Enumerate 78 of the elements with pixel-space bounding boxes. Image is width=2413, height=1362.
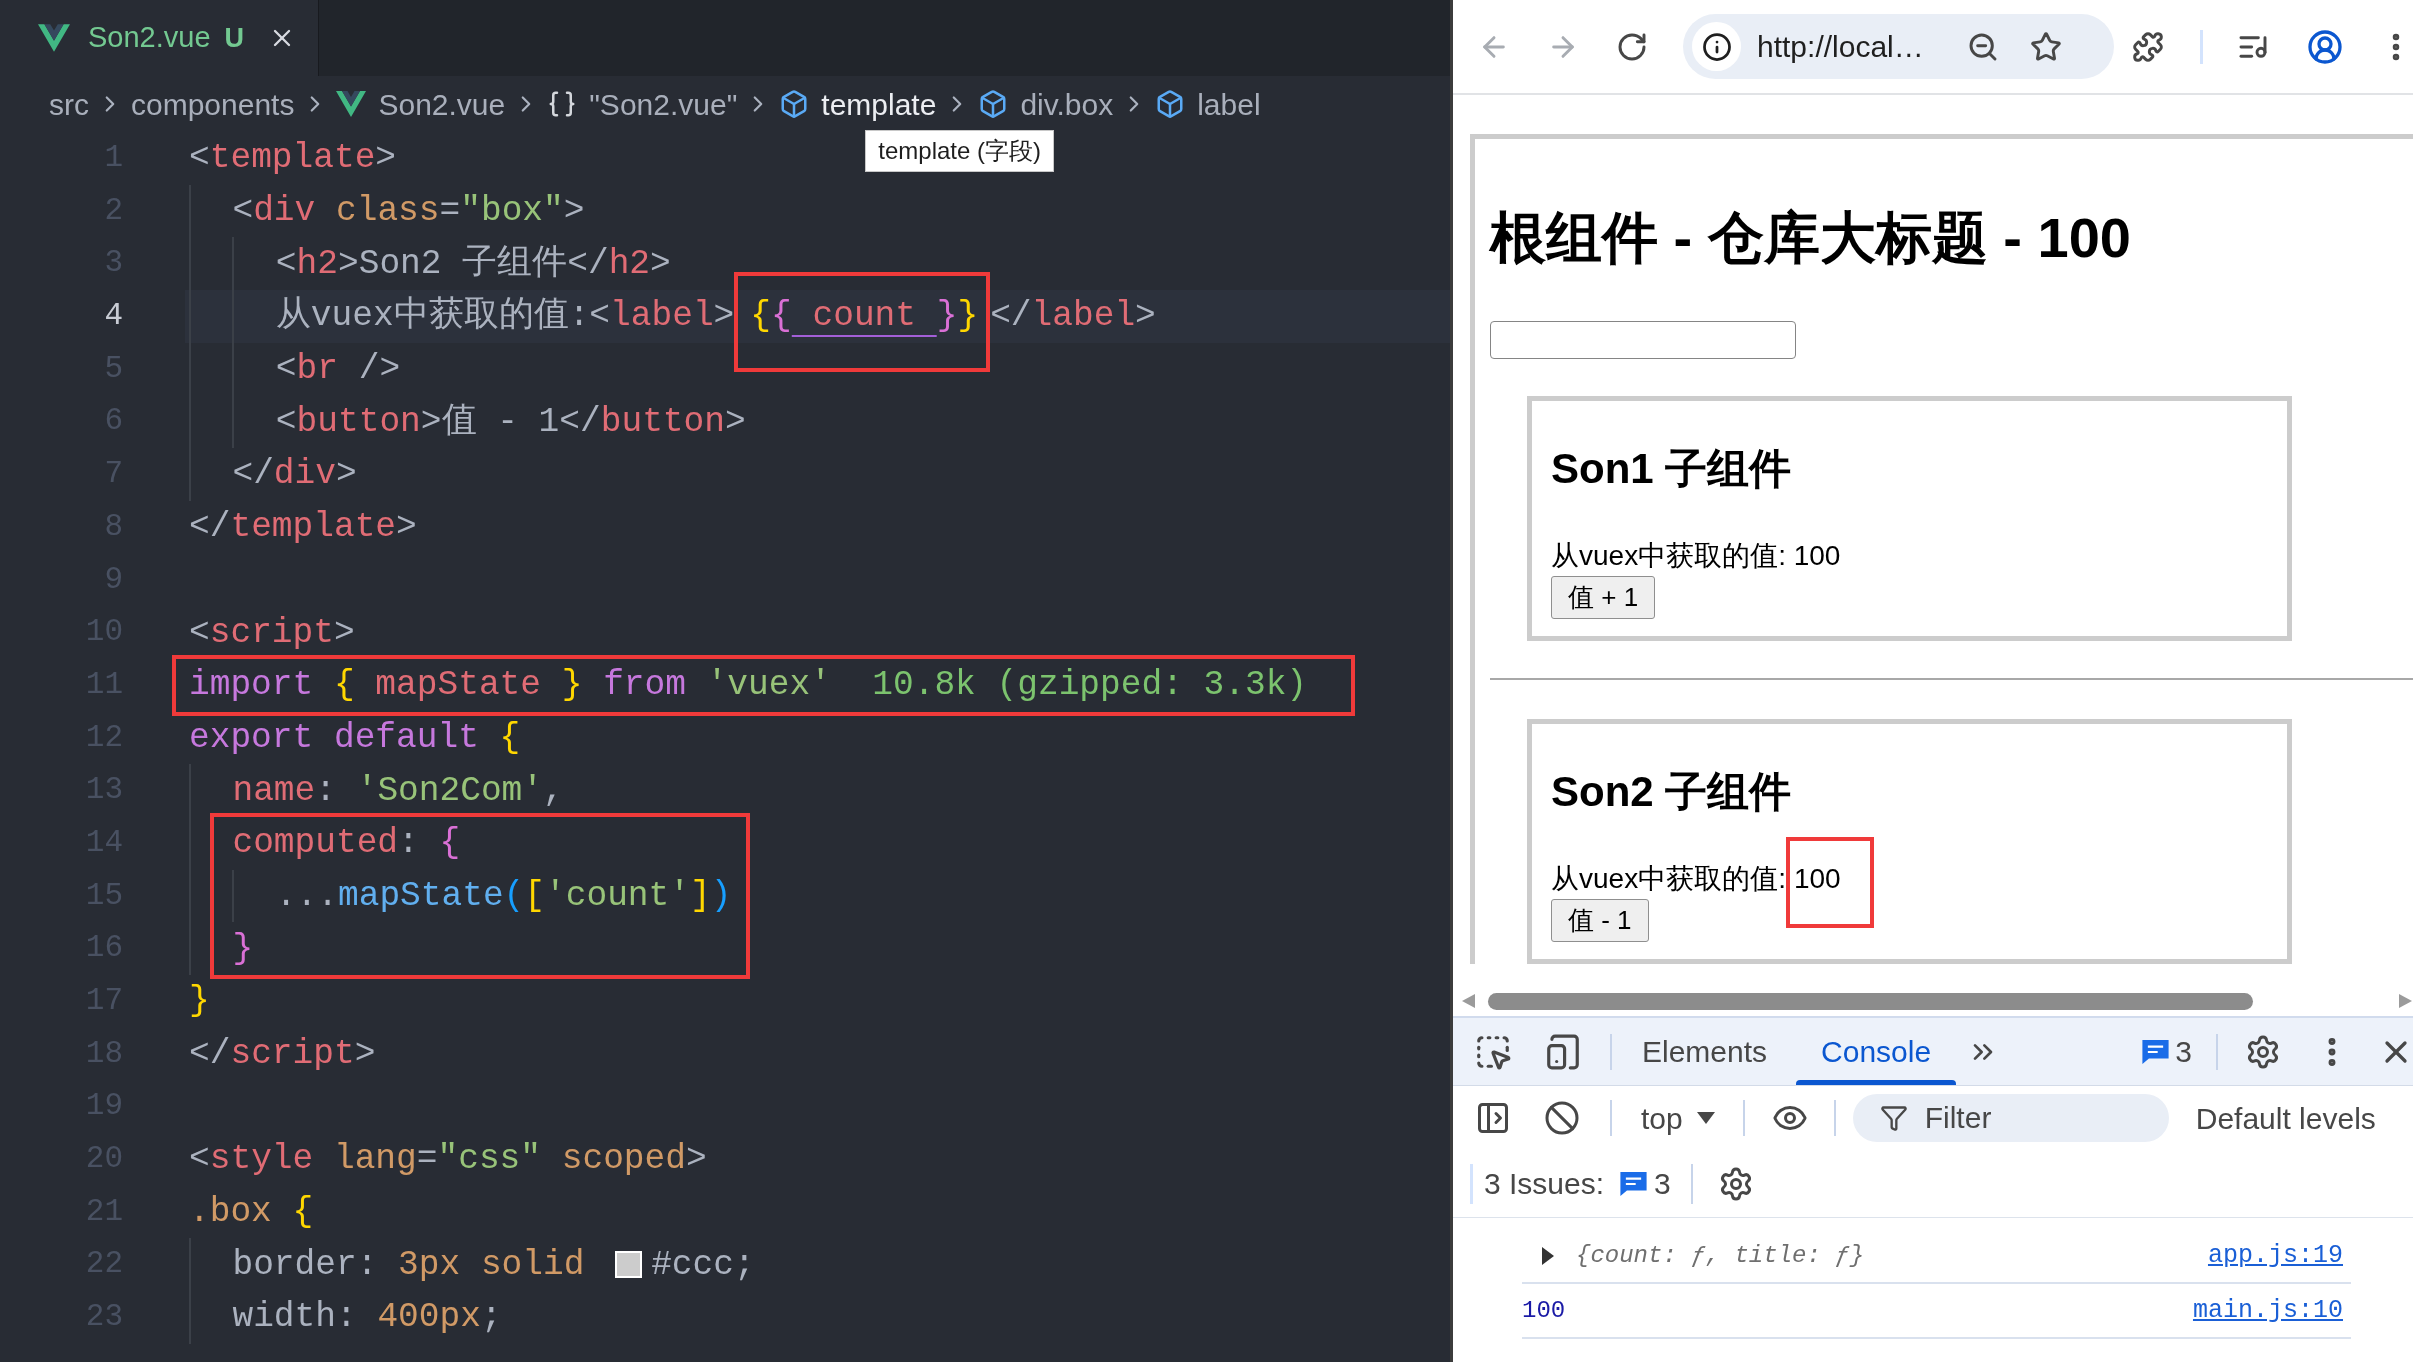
breadcrumb-item[interactable]: div.box (978, 81, 1114, 127)
card-title: Son2 子组件 (1551, 767, 1792, 818)
context-dropdown[interactable]: top (1641, 1095, 1715, 1141)
puzzle-icon[interactable] (2132, 30, 2164, 63)
v-logo-icon (38, 24, 70, 52)
code-text: <button>值 - 1</button> (275, 400, 746, 443)
breadcrumb-item[interactable]: template (779, 81, 937, 127)
value-label: 从vuex中获取的值: (1551, 862, 1786, 897)
card-title: Son1 子组件 (1551, 444, 1792, 495)
issues-button[interactable]: 3 (2142, 1029, 2192, 1074)
console-message: 100 (1522, 1295, 1566, 1326)
message-icon (2142, 1039, 2170, 1064)
code-text: computed: { (232, 822, 461, 865)
action-button[interactable]: 值 + 1 (1551, 576, 1656, 620)
value-text: 100 (1793, 862, 1841, 897)
editor-tab[interactable]: Son2.vue U (0, 0, 320, 76)
breadcrumb-item[interactable]: components (131, 81, 295, 127)
clear-icon[interactable] (1544, 1100, 1580, 1136)
cube-icon (978, 89, 1009, 119)
code-text: .box { (189, 1191, 314, 1234)
message-icon (1620, 1171, 1648, 1196)
color-swatch-icon[interactable] (615, 1251, 643, 1279)
action-button[interactable]: 值 - 1 (1551, 899, 1649, 943)
scroll-right-icon[interactable] (2399, 994, 2412, 1008)
sidebar-icon[interactable] (1475, 1100, 1511, 1136)
breadcrumb-item[interactable]: src (49, 81, 89, 127)
cube-icon (1155, 89, 1186, 119)
levels-dropdown[interactable]: Default levels (2195, 1095, 2376, 1141)
caret-icon (1696, 1112, 1715, 1124)
cube-icon (779, 89, 810, 119)
page-title: 根组件 - 仓库大标题 - 100 (1490, 205, 2131, 271)
device-icon[interactable] (1544, 1032, 1582, 1071)
code-text: import { mapState } from 'vuex' 10.8k (gzipped: 3.3k) (189, 664, 1308, 707)
code-text: export default { (189, 716, 521, 759)
issues-link[interactable]: 3 Issues: 3 (1484, 1161, 1671, 1206)
address-bar[interactable]: http://local… (1683, 14, 2114, 79)
source-link[interactable]: main.js:10 (2192, 1291, 2343, 1330)
code-text: <br /> (275, 348, 401, 391)
tooltip: template (字段) (865, 129, 1054, 172)
console-message: {count: ƒ, title: ƒ} (1576, 1240, 1865, 1271)
code-text: name: 'Son2Com', (232, 769, 564, 812)
line-number: 4 (103, 297, 123, 336)
breadcrumb-item[interactable]: label (1155, 81, 1261, 127)
devtools-tab[interactable]: Elements (1617, 1018, 1793, 1085)
code-text: width: 400px; (232, 1296, 502, 1339)
source-link[interactable]: app.js:19 (2207, 1236, 2343, 1275)
devtools-tab[interactable]: Console (1796, 1018, 1957, 1085)
star-icon[interactable] (2030, 30, 2062, 63)
filter-icon (1879, 1104, 1908, 1132)
scroll-left-icon[interactable] (1462, 994, 1475, 1008)
code-text: </div> (232, 453, 357, 496)
code-text: <script> (189, 611, 355, 654)
value-text: 100 (1793, 539, 1841, 574)
v-logo-icon (336, 91, 367, 117)
code-text: ...mapState(['count']) (275, 874, 732, 917)
code-text: <h2>Son2 子组件</h2> (275, 242, 671, 285)
info-icon[interactable] (1692, 22, 1741, 71)
code-text: </template> (189, 506, 417, 549)
code-text: } (189, 980, 210, 1023)
expand-arrow-icon[interactable] (1541, 1246, 1555, 1265)
code-text: #ccc; (651, 1243, 755, 1286)
url-text[interactable]: http://local… (1757, 24, 1924, 69)
value-label: 从vuex中获取的值: (1551, 539, 1787, 574)
scrollbar-thumb[interactable] (1488, 992, 2253, 1010)
code-text: <style lang="css" scoped> (189, 1138, 707, 1181)
code-text: </script> (189, 1033, 376, 1076)
code-text: </label> (990, 295, 1156, 338)
code-text: } (232, 927, 254, 970)
code-text: 从vuex中获取的值:<label> (275, 295, 735, 338)
filter-field[interactable]: Filter (1852, 1094, 2169, 1142)
code-text: {{ count }} (750, 295, 979, 338)
breadcrumb-item[interactable]: Son2.vue (336, 81, 506, 127)
profile-icon[interactable] (2307, 28, 2343, 65)
breadcrumb-item[interactable]: "Son2.vue" (547, 81, 738, 127)
code-text: <div class="box"> (232, 190, 585, 233)
code-text: <template> (189, 137, 397, 180)
code-text: border: 3px solid (232, 1243, 586, 1286)
input-field[interactable] (1490, 321, 1796, 360)
